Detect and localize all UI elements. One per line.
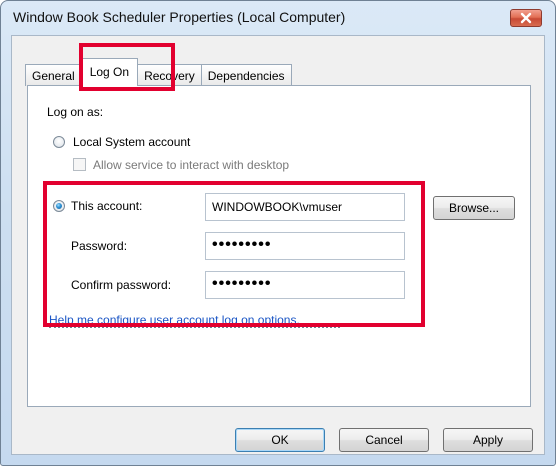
tab-general-label: General xyxy=(32,69,75,83)
tab-dependencies-label: Dependencies xyxy=(207,69,285,83)
tab-log-on-label: Log On xyxy=(89,65,130,79)
this-account-label[interactable]: This account: xyxy=(71,199,142,213)
properties-dialog: Window Book Scheduler Properties (Local … xyxy=(0,0,556,466)
password-input[interactable]: ••••••••• xyxy=(205,232,405,260)
browse-button[interactable]: Browse... xyxy=(433,196,515,220)
local-system-radio[interactable] xyxy=(53,136,65,148)
tab-recovery[interactable]: Recovery xyxy=(137,64,202,86)
close-button[interactable] xyxy=(510,9,542,27)
tab-recovery-label: Recovery xyxy=(144,69,195,83)
password-label: Password: xyxy=(71,239,128,253)
apply-button[interactable]: Apply xyxy=(443,428,533,452)
allow-interact-checkbox[interactable] xyxy=(73,158,86,171)
window-title: Window Book Scheduler Properties (Local … xyxy=(13,9,346,25)
log-on-as-label: Log on as: xyxy=(47,105,104,119)
tab-strip: General Log On Recovery Dependencies xyxy=(25,56,292,86)
tab-dependencies[interactable]: Dependencies xyxy=(200,64,292,86)
account-input[interactable]: WINDOWBOOK\vmuser xyxy=(205,193,405,221)
title-bar: Window Book Scheduler Properties (Local … xyxy=(1,1,555,37)
help-account-link[interactable]: Help me configure user account log on op… xyxy=(49,314,340,328)
close-icon xyxy=(520,12,532,24)
local-system-label[interactable]: Local System account xyxy=(73,135,190,149)
confirm-password-label: Confirm password: xyxy=(71,278,172,292)
tab-general[interactable]: General xyxy=(25,64,82,86)
ok-button[interactable]: OK xyxy=(235,428,325,452)
this-account-radio[interactable] xyxy=(53,200,65,212)
confirm-password-input[interactable]: ••••••••• xyxy=(205,271,405,299)
allow-interact-label[interactable]: Allow service to interact with desktop xyxy=(93,158,289,172)
tab-log-on[interactable]: Log On xyxy=(80,58,139,86)
cancel-button[interactable]: Cancel xyxy=(339,428,429,452)
